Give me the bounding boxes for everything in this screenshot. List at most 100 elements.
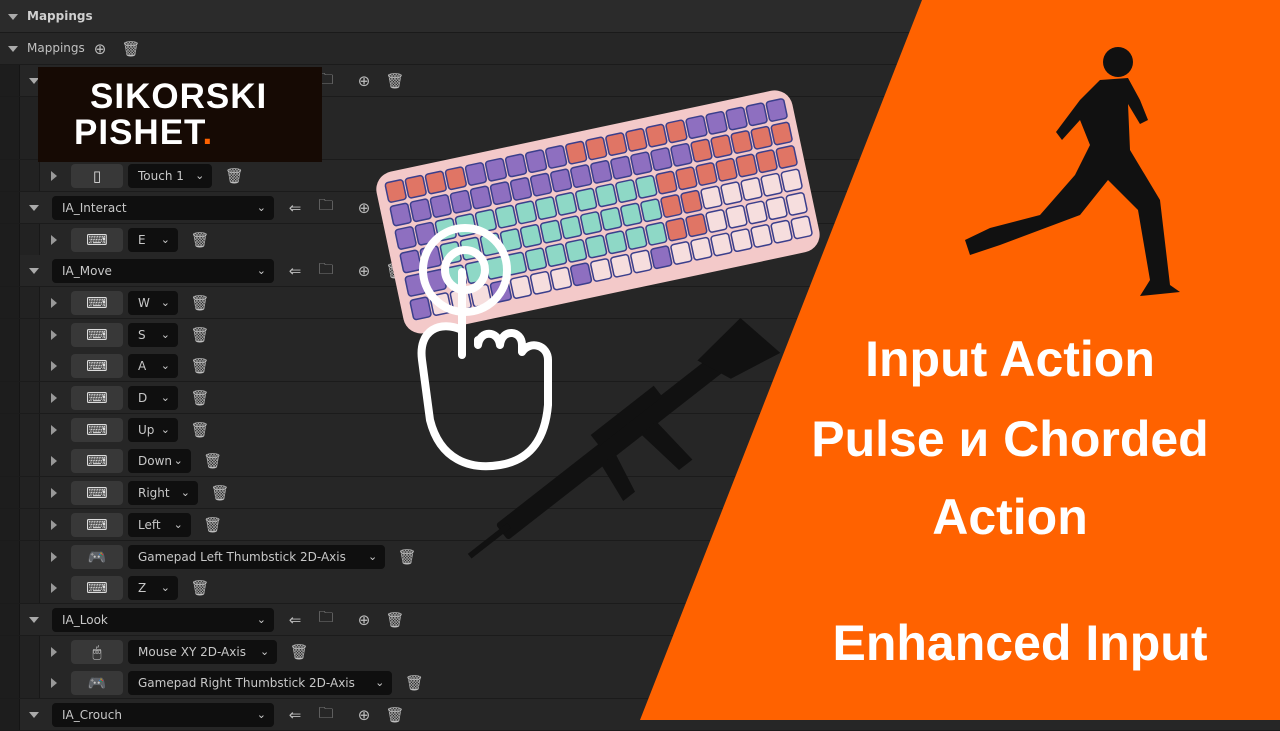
keyboard-key [389,202,412,227]
keyboard-key [730,228,753,253]
keyboard-key [429,194,452,218]
keyboard-key [569,262,593,287]
keyboard-key [700,185,723,210]
keyboard-key [660,194,683,218]
keyboard-key [519,224,543,248]
banner-title-line1: Input Action [865,331,1155,387]
keyboard-key [725,204,748,229]
keyboard-key [595,183,618,208]
keyboard-key [409,198,432,223]
keyboard-key [384,179,407,203]
keyboard-key [620,202,643,227]
keyboard-key [484,157,508,182]
keyboard-key [710,232,733,257]
keyboard-key [770,121,793,146]
keyboard-key [585,136,608,161]
keyboard-key [650,245,673,270]
keyboard-key [635,174,658,199]
keyboard-key [565,140,588,165]
keyboard-key [630,249,653,274]
keyboard-key [524,149,548,174]
logo-line1: SIKORSKI [90,77,268,116]
keyboard-key [545,145,568,169]
keyboard-key [615,179,638,203]
keyboard-key [650,147,673,171]
keyboard-key [655,170,678,195]
keyboard-key [735,153,758,178]
keyboard-key [765,98,788,122]
keyboard-key [489,181,513,206]
keyboard-key [775,145,798,169]
keyboard-key [570,164,593,188]
keyboard-key [640,198,663,223]
keyboard-key [745,200,768,225]
keyboard-key [524,247,548,272]
keyboard-key [610,253,633,278]
keyboard-key [494,204,518,229]
keyboard-key [580,211,603,235]
keyboard-key [399,249,422,274]
keyboard-key [680,189,703,214]
keyboard-key [705,209,728,233]
keyboard-key [765,196,788,221]
keyboard-key [394,226,417,250]
keyboard-key [645,221,668,246]
keyboard-key [730,130,753,154]
keyboard-key [695,162,718,186]
keyboard-key [469,185,492,210]
keyboard-key [770,219,793,244]
keyboard-key [590,160,613,184]
keyboard-key [424,170,447,195]
keyboard-key [590,258,613,282]
keyboard-key [710,134,733,159]
banner-title-line3: Action [932,489,1088,545]
keyboard-key [529,270,553,295]
keyboard-key [785,192,808,216]
keyboard-key [755,149,778,174]
keyboard-key [745,102,768,127]
keyboard-key [464,162,487,186]
keyboard-key [760,172,783,197]
keyboard-key [645,123,668,148]
keyboard-key [449,189,472,214]
keyboard-key [514,200,538,225]
keyboard-key [555,192,578,216]
keyboard-key [685,115,708,139]
keyboard-key [625,128,648,152]
keyboard-key [690,138,713,163]
keyboard-key [549,266,573,291]
keyboard-key [665,119,688,144]
keyboard-key [720,181,743,206]
logo-line2: PISHET [74,113,203,152]
keyboard-key [780,168,803,193]
keyboard-key [560,215,583,240]
keyboard-key [534,196,558,220]
keyboard-key [665,217,688,242]
keyboard-key [675,166,698,191]
keyboard-key [504,153,528,178]
keyboard-key [740,177,763,201]
keyboard-key [539,219,563,244]
keyboard-key [565,238,588,263]
banner-title-line2: Pulse и Chorded [811,411,1209,467]
keyboard-key [409,296,432,321]
keyboard-key [509,177,533,201]
keyboard-key [529,172,553,197]
brand-logo: SIKORSKI PISHET. [38,67,322,162]
keyboard-key [575,187,598,212]
keyboard-key [750,224,773,248]
keyboard-key [750,125,773,150]
keyboard-key [670,241,693,265]
keyboard-key [670,142,693,167]
keyboard-key [404,174,427,199]
keyboard-key [790,215,813,240]
keyboard-key [630,151,653,176]
keyboard-key [550,168,573,193]
banner-subtitle: Enhanced Input [832,615,1208,671]
keyboard-key [625,226,648,250]
keyboard-key [509,275,532,299]
keyboard-key [544,243,568,267]
keyboard-key [610,155,633,180]
keyboard-key [725,106,748,131]
keyboard-key [444,166,467,191]
